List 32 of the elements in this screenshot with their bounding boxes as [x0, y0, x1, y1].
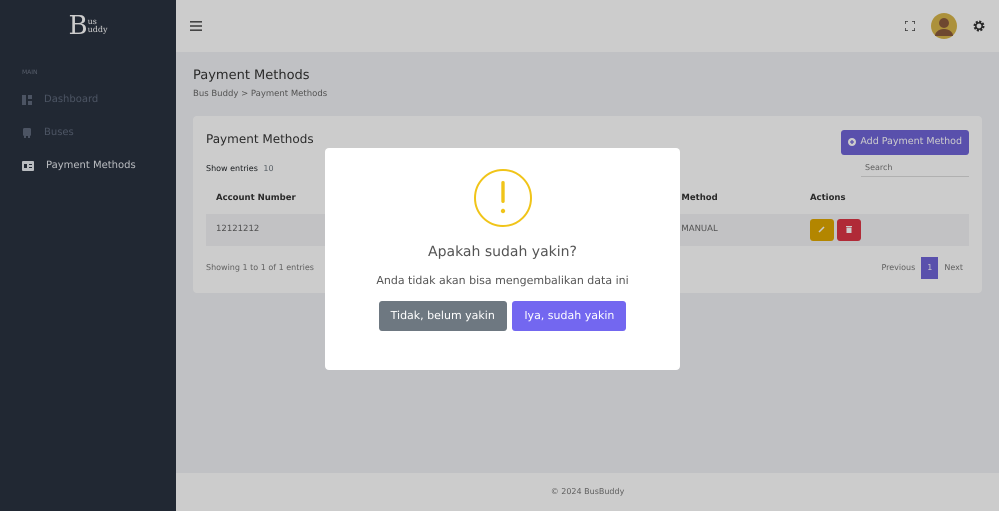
pencil-icon [818, 226, 826, 234]
dialog-message: Anda tidak akan bisa mengembalikan data ini [376, 273, 629, 289]
delete-button[interactable] [836, 218, 861, 241]
bus-icon [22, 128, 32, 138]
dashboard-icon [22, 94, 32, 104]
settings-icon [973, 20, 985, 32]
breadcrumb: Bus Buddy > Payment Methods [193, 88, 328, 100]
cancel-button[interactable]: Tidak, belum yakin [378, 300, 507, 331]
plus-circle-icon [848, 138, 856, 146]
logo-letter: B [68, 13, 88, 39]
logo-text: us [88, 18, 97, 26]
dialog-title: Apakah sudah yakin? [428, 243, 577, 262]
logo-text: uddy [88, 26, 108, 34]
pagination-button[interactable]: 1 [921, 256, 938, 279]
column-header[interactable]: Actions [800, 183, 969, 214]
card-title: Payment Methods [206, 131, 314, 148]
page-title: Payment Methods [193, 68, 311, 84]
sidebar-item[interactable]: Payment Methods [0, 149, 176, 182]
id-card-icon [22, 160, 34, 170]
avatar-icon [931, 13, 957, 39]
warning-icon [472, 168, 532, 228]
show-entries-label: Show entries [206, 162, 258, 175]
pagination-button[interactable]: Next [938, 256, 969, 279]
fullscreen-icon [905, 21, 915, 31]
trash-icon [846, 226, 852, 234]
confirm-button[interactable]: Iya, sudah yakin [512, 300, 626, 331]
entries-info: Showing 1 to 1 of 1 entries [206, 262, 314, 274]
pagination-button[interactable]: Previous [875, 256, 922, 279]
menu-icon [190, 21, 202, 31]
footer-text: © 2024 BusBuddy [550, 486, 624, 498]
entries-select[interactable]: 10 [263, 162, 274, 175]
add-payment-method-button[interactable]: Add Payment Method [841, 130, 969, 155]
